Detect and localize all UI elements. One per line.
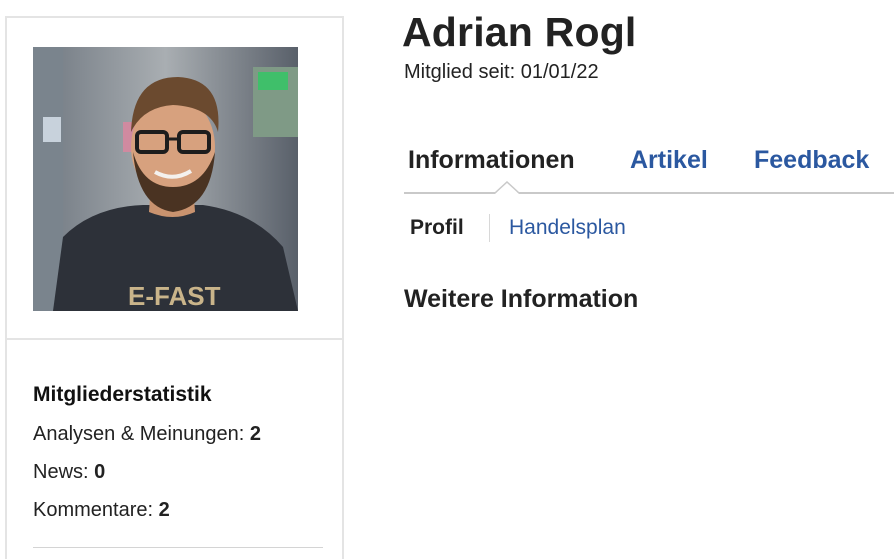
profile-name: Adrian Rogl xyxy=(402,9,637,55)
stat-value: 0 xyxy=(94,461,106,483)
stat-label: Kommentare: xyxy=(33,499,159,521)
stats-divider xyxy=(33,547,323,548)
stat-label: News: xyxy=(33,461,95,483)
subnav-separator xyxy=(489,214,490,242)
stats-title: Mitgliederstatistik xyxy=(33,383,212,406)
stat-value: 2 xyxy=(158,499,170,521)
tab-artikel[interactable]: Artikel xyxy=(630,146,708,175)
section-title: Weitere Information xyxy=(404,285,639,313)
stat-analysen: Analysen & Meinungen: 2 xyxy=(33,423,261,446)
tab-feedback[interactable]: Feedback xyxy=(754,146,869,175)
stat-value: 2 xyxy=(249,423,261,445)
sidebar-divider xyxy=(7,338,342,340)
active-tab-caret-icon xyxy=(495,181,519,194)
svg-text:E-FAST: E-FAST xyxy=(128,281,221,311)
stat-label: Analysen & Meinungen: xyxy=(33,423,250,445)
stat-news: News: 0 xyxy=(33,461,105,484)
profile-sidebar: E-FAST Mitgliederstatistik Analysen & Me… xyxy=(5,16,344,559)
tab-informationen[interactable]: Informationen xyxy=(408,146,575,175)
subnav-profil[interactable]: Profil xyxy=(410,216,464,240)
subnav-handelsplan[interactable]: Handelsplan xyxy=(509,216,626,240)
stat-kommentare: Kommentare: 2 xyxy=(33,499,170,522)
tabs-underline xyxy=(404,192,894,194)
avatar-image: E-FAST xyxy=(33,47,298,311)
profile-photo: E-FAST xyxy=(33,47,298,311)
profile-tabs: Informationen Artikel Feedback xyxy=(404,146,894,194)
member-since: Mitglied seit: 01/01/22 xyxy=(404,61,599,83)
